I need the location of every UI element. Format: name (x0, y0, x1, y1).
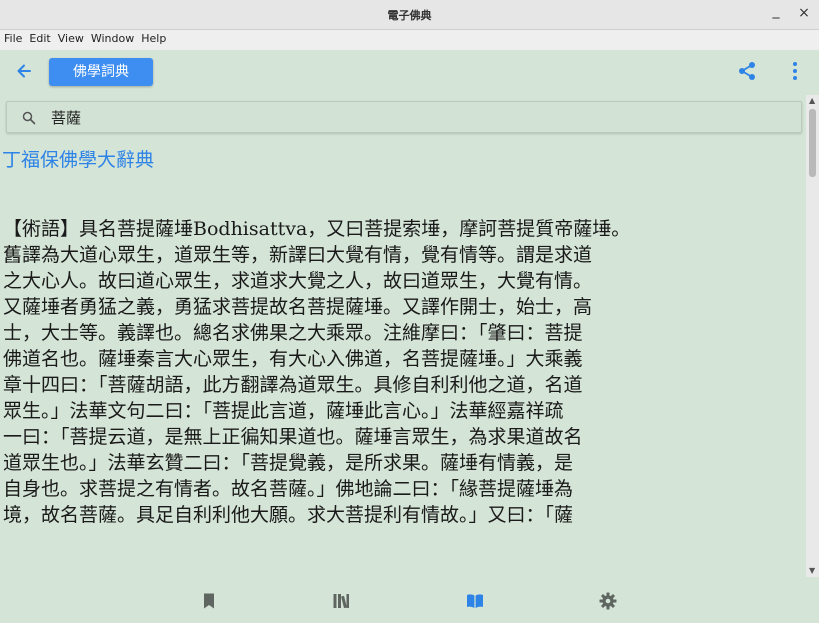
menu-view[interactable]: View (54, 30, 87, 45)
minimize-button[interactable]: _ (767, 3, 785, 19)
window-titlebar: 電子佛典 _ × (0, 0, 819, 30)
entry-line: 士，大士等。義譯也。總名求佛果之大乘眾。注維摩曰：「肇曰：菩提 (3, 322, 583, 344)
settings-gear-icon[interactable] (599, 592, 617, 610)
search-icon (22, 111, 36, 125)
search-box (6, 101, 802, 133)
arrow-left-icon[interactable] (14, 61, 34, 81)
menu-window[interactable]: Window (87, 30, 137, 45)
bottom-navigation (0, 577, 819, 623)
dictionary-button[interactable]: 佛學詞典 (49, 58, 153, 86)
scrollbar-thumb[interactable] (809, 109, 816, 177)
entry-line: 境，故名菩薩。具足自利利他大願。求大菩提利有情故。」又曰：「薩 (3, 504, 574, 526)
entry-line: 眾生。」法華文句二曰：「菩提此言道，薩埵此言心。」法華經嘉祥疏 (3, 400, 564, 422)
menu-bar: File Edit View Window Help (0, 30, 819, 50)
entry-text: 【術語】具名菩提薩埵Bodhisattva，又曰菩提索埵，摩訶菩提質帝薩埵。 舊… (3, 216, 806, 528)
entry-content: 丁福保佛學大辭典 【術語】具名菩提薩埵Bodhisattva，又曰菩提索埵，摩訶… (0, 140, 806, 577)
entry-line: 【術語】具名菩提薩埵Bodhisattva，又曰菩提索埵，摩訶菩提質帝薩埵。 (3, 218, 631, 240)
entry-line: 之大心人。故曰道心眾生，求道求大覺之人，故曰道眾生，大覺有情。 (3, 270, 593, 292)
dictionary-source-title: 丁福保佛學大辭典 (2, 149, 155, 171)
entry-line: 自身也。求菩提之有情者。故名菩薩。」佛地論二曰：「緣菩提薩埵為 (3, 478, 574, 500)
search-input[interactable] (51, 106, 751, 128)
bookmark-icon[interactable] (200, 592, 218, 610)
more-vertical-icon[interactable] (786, 60, 804, 82)
menu-file[interactable]: File (0, 30, 25, 45)
entry-line: 舊譯為大道心眾生，道眾生等，新譯曰大覺有情，覺有情等。謂是求道 (3, 244, 593, 266)
menu-help[interactable]: Help (137, 30, 169, 45)
entry-line: 章十四曰：「菩薩胡語，此方翻譯為道眾生。具修自利利他之道，名道 (3, 374, 583, 396)
entry-line: 又薩埵者勇猛之義，勇猛求菩提故名菩提薩埵。又譯作開士，始士，高 (3, 296, 593, 318)
app-toolbar: 佛學詞典 (0, 50, 819, 94)
close-button[interactable]: × (795, 5, 813, 21)
vertical-scrollbar[interactable]: ▲ ▼ (806, 95, 819, 577)
entry-line: 佛道名也。薩埵秦言大心眾生，有大心入佛道，名菩提薩埵。」大乘義 (3, 348, 583, 370)
scroll-up-arrow-icon[interactable]: ▲ (809, 96, 815, 105)
book-open-icon[interactable] (466, 592, 484, 610)
scroll-down-arrow-icon[interactable]: ▼ (809, 566, 815, 575)
library-icon[interactable] (332, 592, 350, 610)
share-icon[interactable] (736, 60, 758, 82)
entry-line: 道眾生也。」法華玄贊二曰：「菩提覺義，是所求果。薩埵有情義，是 (3, 452, 574, 474)
menu-edit[interactable]: Edit (25, 30, 53, 45)
window-title: 電子佛典 (387, 9, 432, 22)
entry-line: 一曰：「菩提云道，是無上正徧知果道也。薩埵言眾生，為求果道故名 (3, 426, 583, 448)
